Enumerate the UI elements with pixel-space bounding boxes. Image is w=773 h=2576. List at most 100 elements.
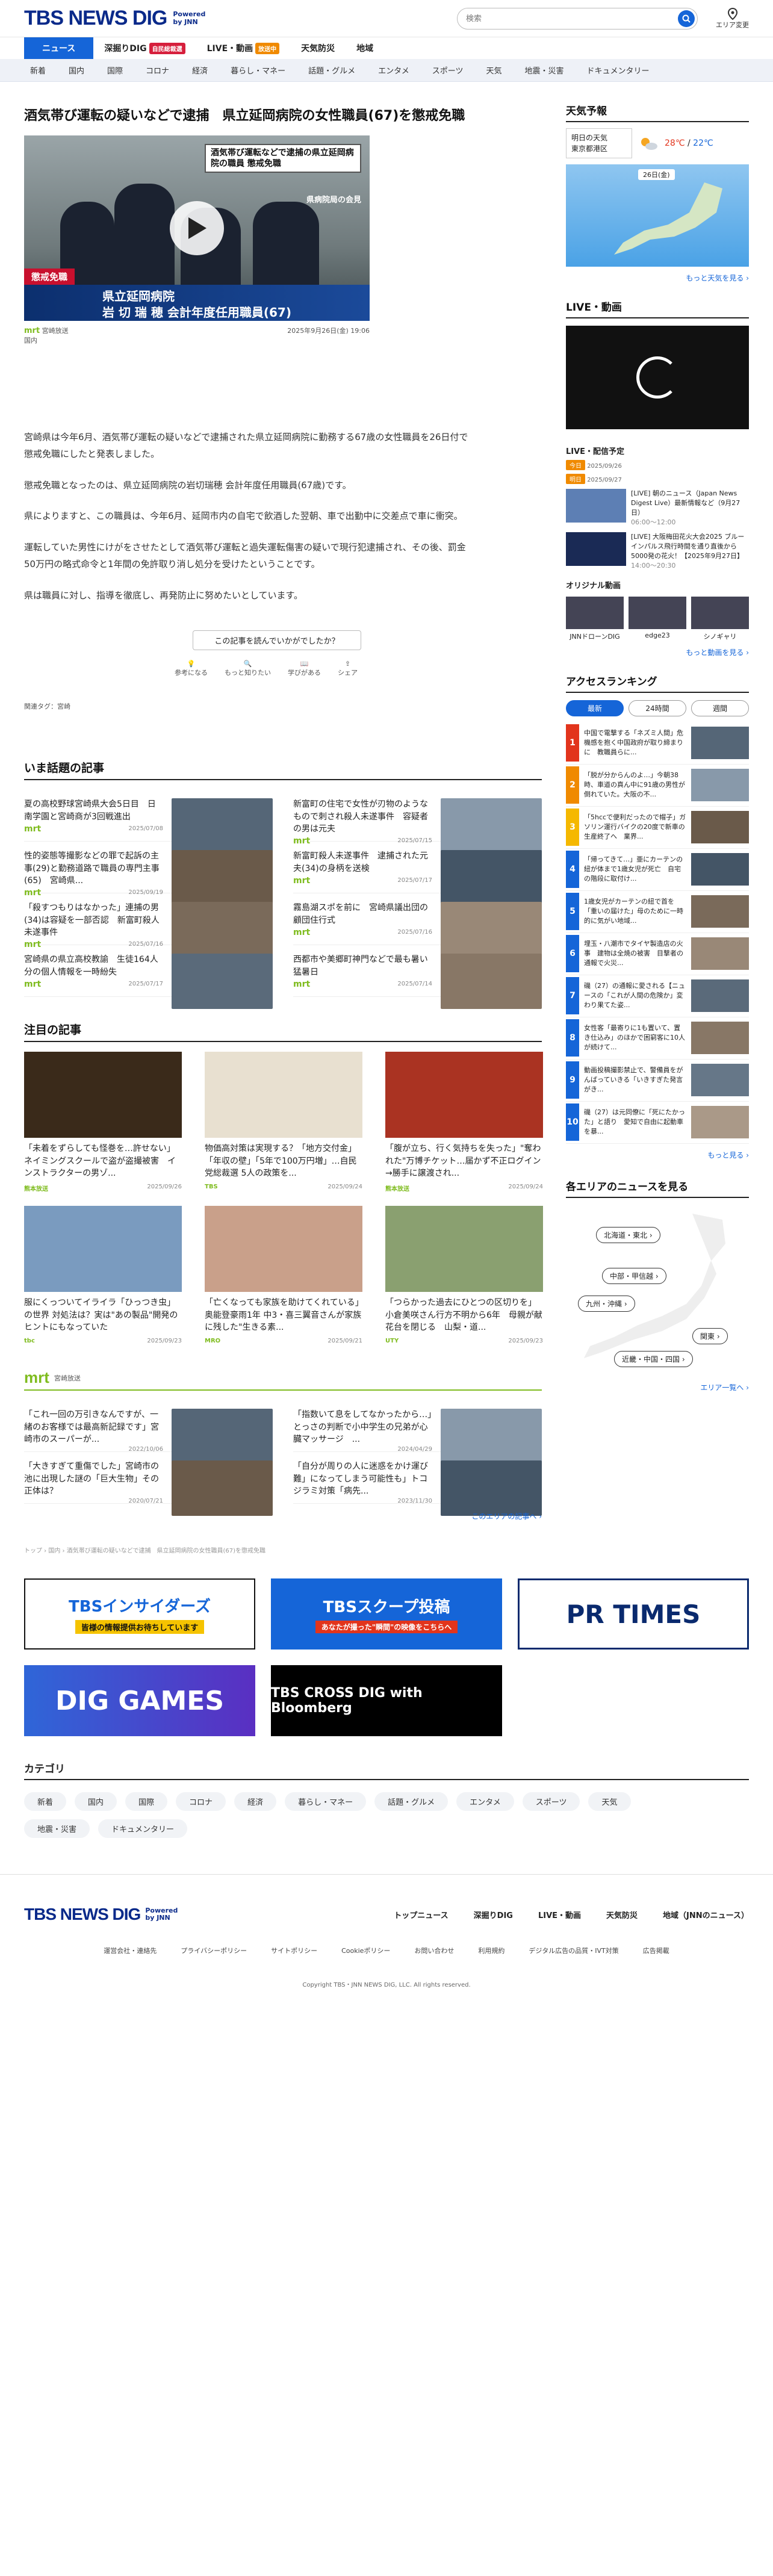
source-name[interactable]: 宮崎放送 bbox=[42, 327, 69, 335]
list-item[interactable]: 霧島湖スポを前に 宮崎県議出団の顧団住行式 mrt 2025/07/16 bbox=[293, 893, 542, 958]
featured-card[interactable]: 物価高対策は実現する？「地方交付金」「年収の壁」「5年で100万円増」…自民党総… bbox=[205, 1052, 362, 1193]
ranking-item[interactable]: 1 中国で電撃する「ネズミ人間」危機感を抱く中国政府が取り締まりに 教職員らに..… bbox=[566, 722, 749, 765]
ranking-tab[interactable]: 24時間 bbox=[629, 700, 686, 716]
footer-link[interactable]: 深掘りDIG bbox=[474, 1909, 513, 1920]
category-nav-item[interactable]: 経済 bbox=[192, 64, 208, 76]
list-item[interactable]: 新富町の住宅で女性が刃物のようなもので刺され殺人未遂事件 容疑者の男は元夫 mrt… bbox=[293, 790, 542, 854]
related-tags[interactable]: 関連タグ：宮崎 bbox=[24, 701, 542, 711]
footer-link[interactable]: 地域（JNNのニュース） bbox=[663, 1909, 749, 1920]
nav-1[interactable]: 深掘りDIG 自民総裁選 bbox=[93, 37, 196, 59]
breadcrumb[interactable]: トップ › 国内 › 酒気帯び運転の疑いなどで逮捕 県立延岡病院の女性職員(67… bbox=[24, 1545, 542, 1554]
category-nav-item[interactable]: 地震・災害 bbox=[525, 64, 564, 76]
article-category[interactable]: 国内 bbox=[24, 337, 37, 344]
category-chip[interactable]: 経済 bbox=[234, 1792, 277, 1811]
category-chip[interactable]: 天気 bbox=[588, 1792, 631, 1811]
feedback-button[interactable]: 🔍 もっと知りたい bbox=[225, 660, 271, 677]
category-nav-item[interactable]: 天気 bbox=[486, 64, 501, 76]
category-nav-item[interactable]: コロナ bbox=[146, 64, 169, 76]
category-chip[interactable]: 話題・グルメ bbox=[374, 1792, 449, 1811]
feedback-button[interactable]: ⇪ シェア bbox=[338, 660, 358, 677]
footer-sub-link[interactable]: 広告掲載 bbox=[643, 1946, 669, 1955]
ranking-item[interactable]: 10 磯（27）は元同僚に「死にたかった」と語り 愛知で自由に起動車を暴... bbox=[566, 1102, 749, 1144]
schedule-item[interactable]: [LIVE] 朝のニュース（Japan News Digest Live）最新情… bbox=[566, 489, 749, 527]
area-more-link[interactable]: エリア一覧へ › bbox=[566, 1382, 749, 1392]
nav-3[interactable]: 天気防災 bbox=[290, 37, 346, 59]
list-item[interactable]: 宮崎県の県立高校教諭 生徒164人分の個人情報を一時紛失 mrt 2025/07/1… bbox=[24, 945, 273, 1010]
footer-link[interactable]: トップニュース bbox=[394, 1909, 448, 1920]
area-hokkaido-tohoku[interactable]: 北海道・東北 › bbox=[596, 1226, 660, 1243]
ranking-item[interactable]: 2 「脱が分からんのよ…」今朝38時、車道の真ん中に91歳の男性が倒れていた。大阪… bbox=[566, 765, 749, 807]
banner-cross-dig[interactable]: TBS CROSS DIG with Bloomberg bbox=[271, 1665, 502, 1737]
video-more-link[interactable]: もっと動画を見る › bbox=[566, 647, 749, 657]
ranking-item[interactable]: 7 磯（27）の通報に愛される【ニュースの「これが人間の危険か」変わり果てた姿..… bbox=[566, 975, 749, 1017]
category-chip[interactable]: 新着 bbox=[24, 1792, 67, 1811]
ranking-item[interactable]: 3 「5hccで便利だったので帽子」ガソリン運行バイクの20度で新車の生産終了へ … bbox=[566, 807, 749, 849]
ranking-tab[interactable]: 最新 bbox=[566, 700, 624, 716]
category-nav-item[interactable]: ドキュメンタリー bbox=[587, 64, 650, 76]
article-video[interactable]: 酒気帯び運転などで逮捕の県立延岡病院の職員 懲戒免職 県病院局の会見 懲戒免職 … bbox=[24, 135, 370, 321]
nav-0[interactable]: ニュース bbox=[24, 37, 94, 59]
weather-area-box[interactable]: 明日の天気 東京都港区 bbox=[566, 128, 632, 158]
category-nav-item[interactable]: 話題・グルメ bbox=[308, 64, 355, 76]
footer-sub-link[interactable]: デジタル広告の品質・IVT対策 bbox=[529, 1946, 618, 1955]
category-chip[interactable]: 国内 bbox=[75, 1792, 117, 1811]
feedback-button[interactable]: 📖 学びがある bbox=[288, 660, 321, 677]
area-kinki[interactable]: 近畿・中国・四国 › bbox=[614, 1350, 693, 1367]
area-kanto[interactable]: 関東 › bbox=[692, 1327, 728, 1344]
list-item[interactable]: 「これ一回の万引きなんですが、一緒のお客様では最高新記録です」宮崎市のスーパーが… bbox=[24, 1400, 273, 1465]
list-item[interactable]: 西都市や美郷町神門などで最も暑い猛暑日 mrt 2025/07/14 bbox=[293, 945, 542, 1010]
live-player[interactable] bbox=[566, 326, 749, 429]
banner-tbs-scoop[interactable]: TBSスクープ投稿 あなたが撮った"瞬間"の映像をこちらへ bbox=[271, 1578, 502, 1650]
category-nav-item[interactable]: 国際 bbox=[107, 64, 123, 76]
category-nav-item[interactable]: スポーツ bbox=[432, 64, 464, 76]
area-change-button[interactable]: エリア変更 bbox=[716, 7, 749, 29]
footer-sub-link[interactable]: 運営会社・連絡先 bbox=[104, 1946, 157, 1955]
featured-card[interactable]: 「亡くなっても家族を助けてくれている」奥能登豪雨1年 中3・喜三翼音さんが家族に… bbox=[205, 1206, 362, 1344]
ranking-item[interactable]: 6 埋玉・八潮市でタイヤ製造店の火事 建物は全焼の被害 目撃者の通報で火災... bbox=[566, 933, 749, 975]
site-logo[interactable]: TBS NEWS DIG Powered by JNN bbox=[24, 7, 457, 30]
original-video-item[interactable]: シノギャリ bbox=[691, 596, 749, 641]
featured-card[interactable]: 「腹が立ち、行く気持ちを失った」"奪われた"万博チケット…届かず不正ログイン→勝… bbox=[385, 1052, 543, 1193]
footer-sub-link[interactable]: Cookieポリシー bbox=[341, 1946, 390, 1955]
category-nav-item[interactable]: 暮らし・マネー bbox=[231, 64, 285, 76]
category-chip[interactable]: 国際 bbox=[125, 1792, 168, 1811]
area-chubu[interactable]: 中部・甲信越 › bbox=[602, 1267, 666, 1284]
nav-4[interactable]: 地域 bbox=[346, 37, 384, 59]
weather-more-link[interactable]: もっと天気を見る › bbox=[566, 273, 749, 283]
category-chip[interactable]: エンタメ bbox=[456, 1792, 514, 1811]
footer-sub-link[interactable]: プライバシーポリシー bbox=[181, 1946, 247, 1955]
ranking-item[interactable]: 5 1歳女児がカーテンの紐で首を「重いの届けた」母のために一時的に気がい地域... bbox=[566, 891, 749, 933]
category-chip[interactable]: コロナ bbox=[176, 1792, 226, 1811]
original-video-item[interactable]: JNNドローンDIG bbox=[566, 596, 624, 641]
list-item[interactable]: 「自分が周りの人に迷惑をかけ運び難」になってしまう可能性も」トコジラミ対策「病先… bbox=[293, 1452, 542, 1516]
list-item[interactable]: 「殺すつもりはなかった」連捕の男(34)は容疑を一部否認 新富町殺人未遂事件 mr… bbox=[24, 893, 273, 958]
footer-sub-link[interactable]: お問い合わせ bbox=[414, 1946, 454, 1955]
nav-2[interactable]: LIVE・動画 放送中 bbox=[196, 37, 291, 59]
category-nav-item[interactable]: 新着 bbox=[30, 64, 46, 76]
original-video-item[interactable]: edge23 bbox=[629, 596, 686, 641]
category-chip[interactable]: 暮らし・マネー bbox=[285, 1792, 367, 1811]
banner-dig-games[interactable]: DIG GAMES bbox=[24, 1665, 255, 1737]
category-chip[interactable]: 地震・災害 bbox=[24, 1819, 90, 1839]
banner-tbs-insiders[interactable]: TBSインサイダーズ 皆様の情報提供お待ちしています bbox=[24, 1578, 255, 1650]
list-item[interactable]: 新富町殺人未遂事件 逮捕された元夫(34)の身柄を送検 mrt 2025/07/17 bbox=[293, 842, 542, 906]
weather-map[interactable]: 26日(金) bbox=[566, 164, 749, 267]
ranking-item[interactable]: 9 動画投稿撮影禁止で、警備員をがんばっていきる「いきすぎた発言がき... bbox=[566, 1060, 749, 1102]
schedule-item[interactable]: [LIVE] 大阪梅田花火大会2025 ブルーインパルス飛行時間を通り直後から5… bbox=[566, 532, 749, 571]
list-item[interactable]: 「指数いて息をしてなかったから…」とっさの判断で小中学生の兄弟が心臓マッサージ … bbox=[293, 1400, 542, 1465]
category-nav-item[interactable]: エンタメ bbox=[378, 64, 409, 76]
search-icon[interactable] bbox=[678, 10, 695, 27]
area-kyushu[interactable]: 九州・沖縄 › bbox=[578, 1295, 635, 1312]
ranking-item[interactable]: 4 「帰ってきて…」亜にカーテンの紐が体まで1歳女児が死亡 自宅の階段に取付け..… bbox=[566, 849, 749, 891]
ranking-item[interactable]: 8 女性客「最寄りに1も置いて、置き仕込み」のほかで困窮客に10人が続けて... bbox=[566, 1017, 749, 1060]
category-chip[interactable]: ドキュメンタリー bbox=[98, 1819, 188, 1839]
list-item[interactable]: 性的姿態等撮影などの罪で起訴の主事(29)と勤務道路で職員の専門主事(65) 宮… bbox=[24, 842, 273, 906]
footer-link[interactable]: LIVE・動画 bbox=[538, 1909, 581, 1920]
list-item[interactable]: 夏の高校野球宮崎県大会5日目 日南学園と宮崎商が3回戦進出 mrt 2025/07/… bbox=[24, 790, 273, 854]
featured-card[interactable]: 「つらかった過去にひとつの区切りを」小倉美咲さん行方不明から6年 母親が献花台を… bbox=[385, 1206, 543, 1344]
category-chip[interactable]: スポーツ bbox=[522, 1792, 580, 1811]
feedback-button[interactable]: 💡 参考になる bbox=[175, 660, 208, 677]
banner-prtimes[interactable]: PR TIMES bbox=[518, 1578, 749, 1650]
footer-link[interactable]: 天気防災 bbox=[606, 1909, 638, 1920]
search-input[interactable] bbox=[466, 14, 678, 23]
